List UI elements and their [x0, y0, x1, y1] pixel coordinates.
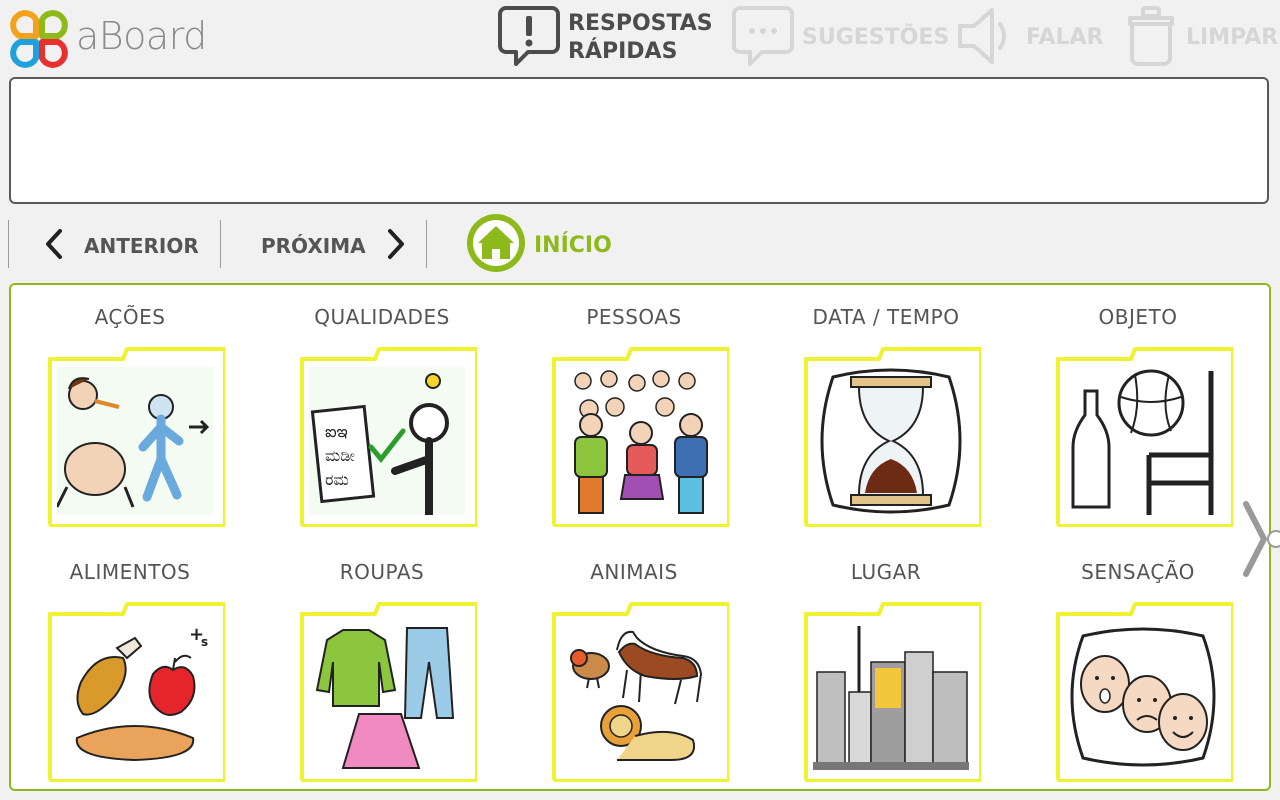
category-label: ALIMENTOS: [69, 560, 191, 584]
city-pictogram: [813, 622, 969, 770]
category-label: PESSOAS: [586, 305, 682, 329]
category-label: AÇÕES: [94, 305, 166, 329]
clear-button[interactable]: LIMPAR: [1124, 4, 1279, 73]
category-objeto[interactable]: OBJETO: [1043, 285, 1233, 530]
category-pessoas[interactable]: PESSOAS: [539, 285, 729, 530]
home-icon: [466, 213, 526, 278]
folder-icon: + s: [47, 600, 225, 782]
suggestions-label: SUGESTÕES: [802, 25, 950, 50]
folder-icon: [803, 345, 981, 527]
folder-icon: [1055, 345, 1233, 527]
message-area[interactable]: [9, 77, 1269, 204]
speaker-icon: [956, 4, 1018, 73]
category-lugar[interactable]: LUGAR: [791, 540, 981, 785]
category-sensacao[interactable]: SENSAÇÃO: [1043, 540, 1233, 785]
category-label: SENSAÇÃO: [1081, 560, 1195, 584]
previous-label: ANTERIOR: [84, 234, 199, 258]
divider: [426, 220, 427, 268]
app-title: aBoard: [76, 14, 207, 58]
svg-text:ಮಡೀ: ಮಡೀ: [325, 446, 355, 465]
category-label: LUGAR: [850, 560, 922, 584]
food-pictogram: + s: [57, 622, 213, 770]
category-label: DATA / TEMPO: [812, 305, 960, 329]
category-roupas[interactable]: ROUPAS: [287, 540, 477, 785]
next-label: PRÓXIMA: [261, 234, 366, 258]
category-label: ROUPAS: [339, 560, 425, 584]
folder-icon: [551, 345, 729, 527]
animals-pictogram: [561, 622, 717, 770]
objects-pictogram: [1065, 367, 1221, 515]
category-data-tempo[interactable]: DATA / TEMPO: [791, 285, 981, 530]
next-button[interactable]: PRÓXIMA: [261, 222, 406, 270]
svg-text:ఐఇ: ఐఇ: [325, 422, 348, 441]
faces-pictogram: [1065, 622, 1221, 770]
divider: [8, 220, 9, 268]
qualities-pictogram: ఐఇ ಮಡೀ ರಮ: [309, 367, 465, 515]
folder-icon: [299, 600, 477, 782]
category-acoes[interactable]: AÇÕES: [35, 285, 225, 530]
navigation-bar: ANTERIOR PRÓXIMA INÍCIO: [0, 213, 1280, 278]
speech-bubble-exclamation-icon: [498, 4, 560, 73]
chevron-left-icon: [44, 228, 64, 265]
chevron-right-icon: [386, 228, 406, 265]
folder-icon: [1055, 600, 1233, 782]
top-bar: aBoard RESPOSTAS RÁPIDAS SUGESTÕES FALAR…: [0, 0, 1280, 76]
svg-text:ರಮ: ರಮ: [325, 470, 349, 489]
category-grid: AÇÕES QUALIDADES ఐఇ ಮಡೀ ರಮ PESSOAS DATA …: [9, 283, 1271, 791]
actions-pictogram: [57, 367, 213, 515]
suggestions-button[interactable]: SUGESTÕES: [732, 4, 950, 73]
folder-icon: [551, 600, 729, 782]
home-label: INÍCIO: [534, 232, 612, 258]
divider: [220, 220, 221, 268]
folder-icon: ఐఇ ಮಡೀ ರಮ: [299, 345, 477, 527]
folder-icon: [803, 600, 981, 782]
category-animais[interactable]: ANIMAIS: [539, 540, 729, 785]
folder-icon: [47, 345, 225, 527]
people-pictogram: [561, 367, 717, 515]
quick-responses-label: RESPOSTAS RÁPIDAS: [568, 11, 713, 64]
speak-label: FALAR: [1026, 25, 1104, 50]
category-label: QUALIDADES: [314, 305, 450, 329]
clear-label: LIMPAR: [1186, 25, 1279, 50]
category-alimentos[interactable]: ALIMENTOS + s: [35, 540, 225, 785]
quick-responses-button[interactable]: RESPOSTAS RÁPIDAS: [498, 4, 713, 73]
category-label: OBJETO: [1098, 305, 1178, 329]
svg-text:s: s: [201, 635, 208, 649]
clothes-pictogram: [309, 622, 465, 770]
trash-can-icon: [1124, 4, 1178, 73]
category-qualidades[interactable]: QUALIDADES ఐఇ ಮಡೀ ರಮ: [287, 285, 477, 530]
app-logo-icon: [8, 8, 70, 70]
speech-bubble-dots-icon: [732, 4, 794, 73]
category-label: ANIMAIS: [590, 560, 678, 584]
previous-button[interactable]: ANTERIOR: [44, 222, 199, 270]
speak-button[interactable]: FALAR: [956, 6, 1104, 70]
hourglass-pictogram: [813, 367, 969, 515]
home-button[interactable]: INÍCIO: [466, 213, 612, 278]
next-page-arrow[interactable]: [1238, 500, 1280, 578]
